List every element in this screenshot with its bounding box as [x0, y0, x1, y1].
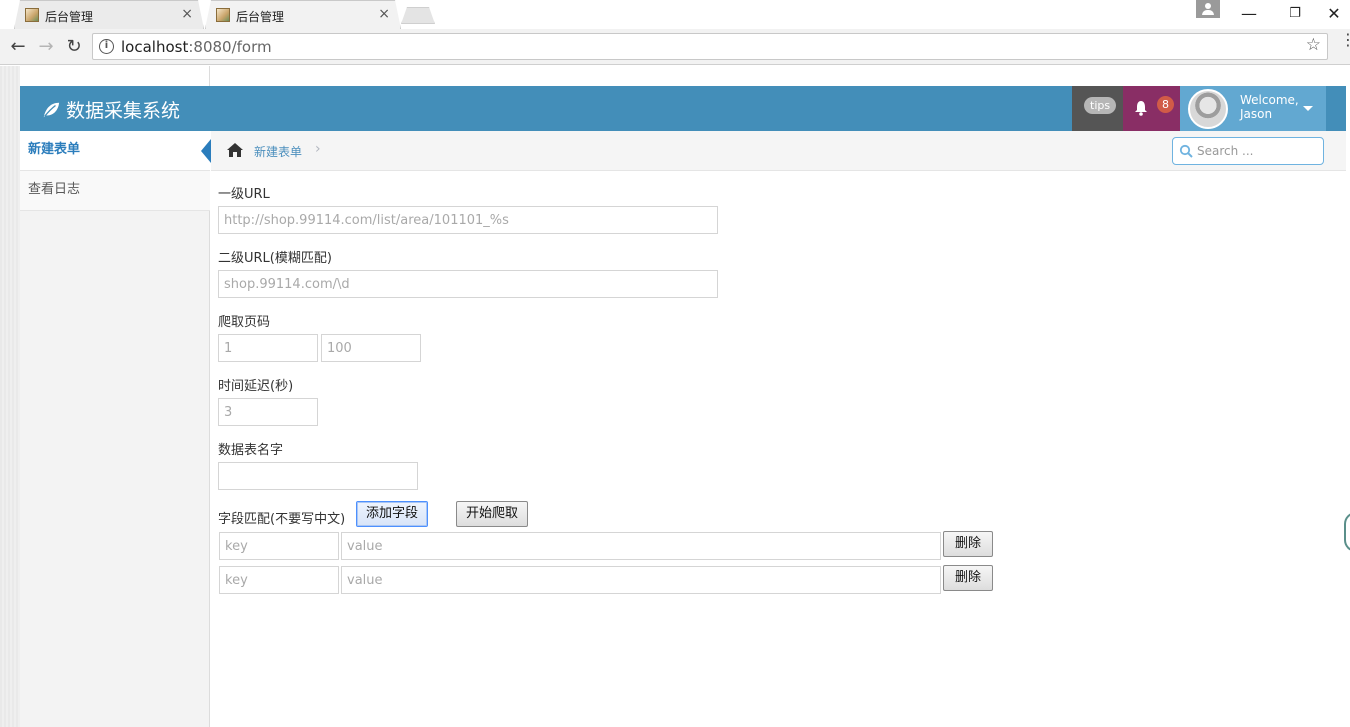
minimize-button[interactable]: —	[1226, 0, 1272, 29]
browser-tab[interactable]: 后台管理 ×	[14, 0, 204, 29]
browser-tab-active[interactable]: 后台管理 ×	[205, 0, 401, 29]
tab-title: 后台管理	[45, 10, 94, 24]
pages-label: 爬取页码	[218, 315, 271, 330]
table-name-label: 数据表名字	[218, 443, 284, 458]
restore-button[interactable]: ❐	[1272, 0, 1318, 29]
sidebar-item-new-form[interactable]: 新建表单	[20, 131, 211, 171]
search-input[interactable]	[1197, 142, 1317, 160]
search-icon	[1179, 144, 1193, 158]
table-name-input[interactable]	[218, 462, 418, 490]
page-from-input[interactable]	[218, 334, 318, 362]
side-widget-handle[interactable]	[1344, 512, 1350, 552]
back-icon[interactable]: ←	[6, 35, 30, 59]
sidebar-item-view-logs[interactable]: 查看日志	[20, 171, 210, 211]
level1-url-label: 一级URL	[218, 187, 270, 202]
fields-label: 字段匹配(不要写中文)	[218, 512, 346, 527]
new-tab-button[interactable]	[401, 7, 435, 24]
leaf-icon	[43, 102, 60, 118]
page-to-input[interactable]	[321, 334, 421, 362]
delay-label: 时间延迟(秒)	[218, 379, 294, 394]
level2-url-input[interactable]	[218, 270, 718, 298]
reload-icon[interactable]: ↻	[62, 35, 86, 59]
page: 数据采集系统 tips 8 Welcome, Jason 新建表单 查看日志 新建…	[0, 66, 1350, 727]
field-key-input[interactable]	[219, 566, 339, 594]
top-spacer	[20, 66, 210, 86]
bookmark-star-icon[interactable]: ☆	[1306, 35, 1321, 55]
favicon-icon	[25, 8, 39, 22]
breadcrumb: 新建表单 ›	[211, 131, 1346, 171]
tab-title: 后台管理	[236, 10, 285, 24]
avatar	[1188, 89, 1228, 129]
search-box[interactable]	[1172, 137, 1324, 165]
field-value-input[interactable]	[341, 532, 941, 560]
field-value-input[interactable]	[341, 566, 941, 594]
breadcrumb-separator: ›	[315, 141, 321, 157]
address-bar[interactable]: i localhost:8080/form ☆	[92, 33, 1328, 60]
tab-close-icon[interactable]: ×	[378, 6, 390, 22]
browser-menu-icon[interactable]: ⋮	[1340, 32, 1350, 48]
home-icon[interactable]	[226, 142, 244, 158]
tab-close-icon[interactable]: ×	[181, 6, 193, 22]
bell-icon	[1135, 101, 1147, 116]
brand-title: 数据采集系统	[66, 100, 181, 122]
navbar: 数据采集系统 tips 8 Welcome, Jason	[20, 86, 1346, 131]
brand[interactable]: 数据采集系统	[42, 96, 180, 123]
welcome-text: Welcome, Jason	[1240, 93, 1299, 121]
notifications-button[interactable]: 8	[1123, 86, 1180, 131]
delete-field-button[interactable]: 删除	[943, 531, 993, 557]
forward-icon[interactable]: →	[34, 35, 58, 59]
notification-count-badge: 8	[1157, 96, 1174, 113]
field-key-input[interactable]	[219, 532, 339, 560]
address-url[interactable]: localhost:8080/form	[121, 38, 272, 56]
info-icon[interactable]: i	[99, 39, 114, 54]
user-menu[interactable]: Welcome, Jason	[1180, 86, 1326, 131]
level2-url-label: 二级URL(模糊匹配)	[218, 251, 332, 266]
breadcrumb-current[interactable]: 新建表单	[254, 143, 302, 160]
start-crawl-button[interactable]: 开始爬取	[456, 501, 528, 527]
profile-icon[interactable]	[1196, 0, 1220, 18]
browser-toolbar: ← → ↻ i localhost:8080/form ☆ ⋮	[0, 29, 1350, 65]
browser-tabstrip: 后台管理 × 后台管理 × — ❐ ✕	[0, 0, 1350, 29]
tips-badge: tips	[1084, 97, 1117, 114]
tips-button[interactable]: tips	[1072, 86, 1123, 131]
close-window-button[interactable]: ✕	[1318, 0, 1350, 29]
caret-down-icon	[1303, 106, 1313, 111]
level1-url-input[interactable]	[218, 206, 718, 234]
page-gutter	[0, 66, 20, 727]
add-field-button[interactable]: 添加字段	[356, 501, 428, 527]
favicon-icon	[216, 8, 230, 22]
delay-input[interactable]	[218, 398, 318, 426]
delete-field-button[interactable]: 删除	[943, 565, 993, 591]
